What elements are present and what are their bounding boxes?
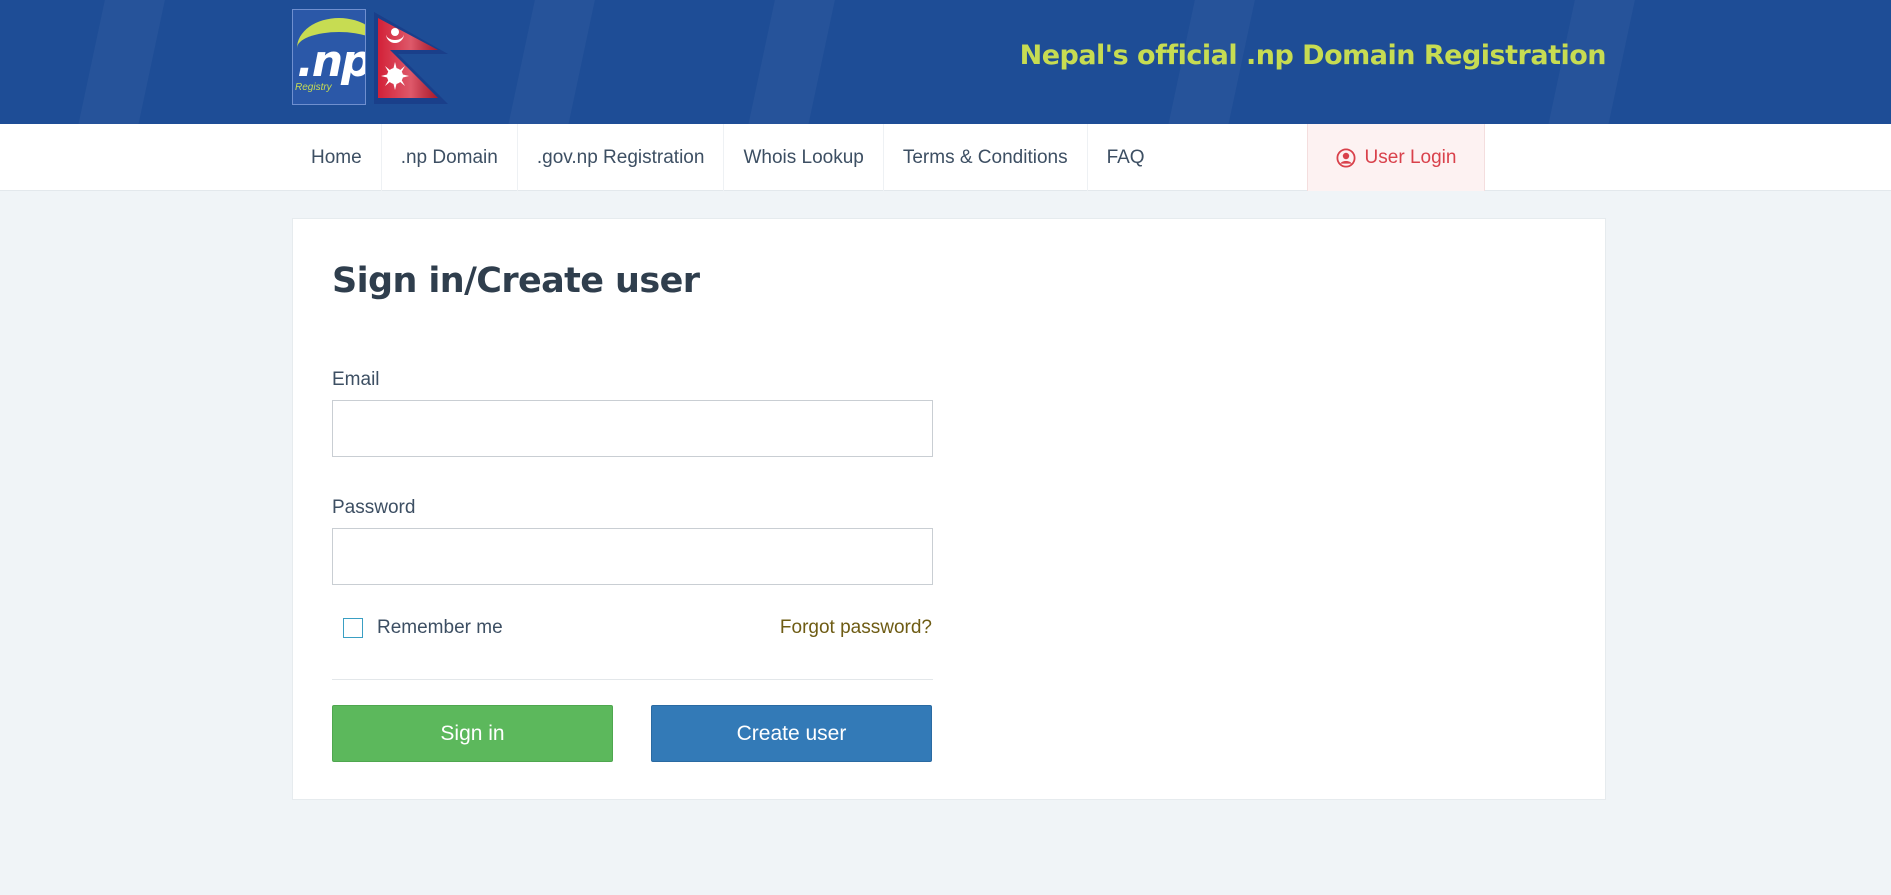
password-field[interactable] <box>332 528 933 585</box>
sign-in-button[interactable]: Sign in <box>332 705 613 762</box>
np-registry-logo[interactable]: .np Registry <box>292 9 366 105</box>
nav-item-terms-conditions[interactable]: Terms & Conditions <box>884 124 1088 191</box>
create-user-button[interactable]: Create user <box>651 705 932 762</box>
logo-text: .np <box>297 36 366 87</box>
nav-item-gov-np-registration[interactable]: .gov.np Registration <box>518 124 725 191</box>
password-label: Password <box>332 497 416 518</box>
main-navigation: Home .np Domain .gov.np Registration Who… <box>0 124 1891 191</box>
sign-in-card: Sign in/Create user Email Password Remem… <box>292 218 1606 800</box>
form-divider <box>332 679 933 680</box>
forgot-password-link[interactable]: Forgot password? <box>780 617 932 639</box>
nav-item-np-domain[interactable]: .np Domain <box>382 124 518 191</box>
user-circle-icon <box>1336 147 1356 168</box>
site-tagline: Nepal's official .np Domain Registration <box>1019 40 1607 71</box>
nav-item-home[interactable]: Home <box>292 124 382 191</box>
header-decoration <box>66 0 174 124</box>
email-label: Email <box>332 369 380 390</box>
remember-me-label: Remember me <box>377 617 503 638</box>
user-login-tab[interactable]: User Login <box>1307 124 1485 191</box>
header-decoration <box>736 0 844 124</box>
nav-item-faq[interactable]: FAQ <box>1088 124 1164 191</box>
page-title: Sign in/Create user <box>332 261 700 301</box>
remember-me-checkbox[interactable] <box>343 618 363 638</box>
nav-list: Home .np Domain .gov.np Registration Who… <box>292 124 1164 191</box>
nepal-flag-icon <box>374 12 448 104</box>
user-login-label: User Login <box>1364 146 1457 168</box>
nav-item-whois-lookup[interactable]: Whois Lookup <box>724 124 884 191</box>
remember-me-control[interactable]: Remember me <box>343 617 503 639</box>
email-field[interactable] <box>332 400 933 457</box>
logo-subtext: Registry <box>295 82 332 93</box>
header-decoration <box>496 0 604 124</box>
site-header: .np Registry Nepal's official .np Domain… <box>0 0 1891 124</box>
